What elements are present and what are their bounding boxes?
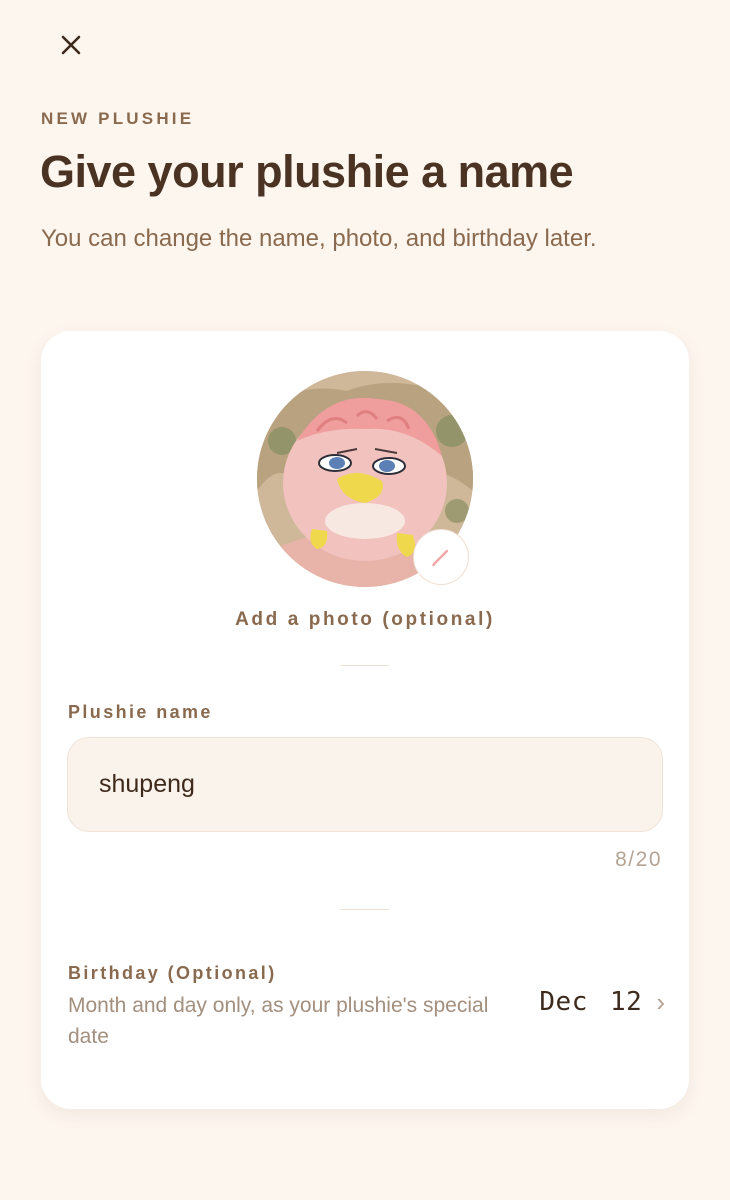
birthday-label: Birthday (Optional) [68, 963, 277, 983]
add-photo-label: Add a photo (optional) [235, 609, 495, 630]
eyebrow-label: NEW PLUSHIE [41, 109, 195, 128]
birthday-value: Dec 12 [539, 987, 643, 1017]
birthday-picker[interactable]: Dec 12 › [539, 987, 665, 1017]
divider [341, 665, 389, 666]
page-title: Give your plushie a name [40, 146, 574, 197]
edit-photo-button[interactable] [413, 529, 469, 585]
plushie-name-input[interactable] [67, 737, 663, 832]
birthday-description: Month and day only, as your plushie's sp… [68, 994, 489, 1048]
page-subtitle: You can change the name, photo, and birt… [41, 225, 597, 252]
photo-picker[interactable] [257, 371, 473, 587]
plushie-name-label: Plushie name [68, 702, 213, 722]
character-counter: 8/20 [615, 848, 662, 871]
divider [341, 909, 389, 910]
pencil-icon [432, 549, 449, 567]
close-icon [61, 35, 81, 55]
plushie-form-card: Add a photo (optional) Plushie name 8/20… [41, 331, 689, 1109]
close-button[interactable] [52, 26, 90, 64]
chevron-right-icon: › [656, 987, 665, 1017]
